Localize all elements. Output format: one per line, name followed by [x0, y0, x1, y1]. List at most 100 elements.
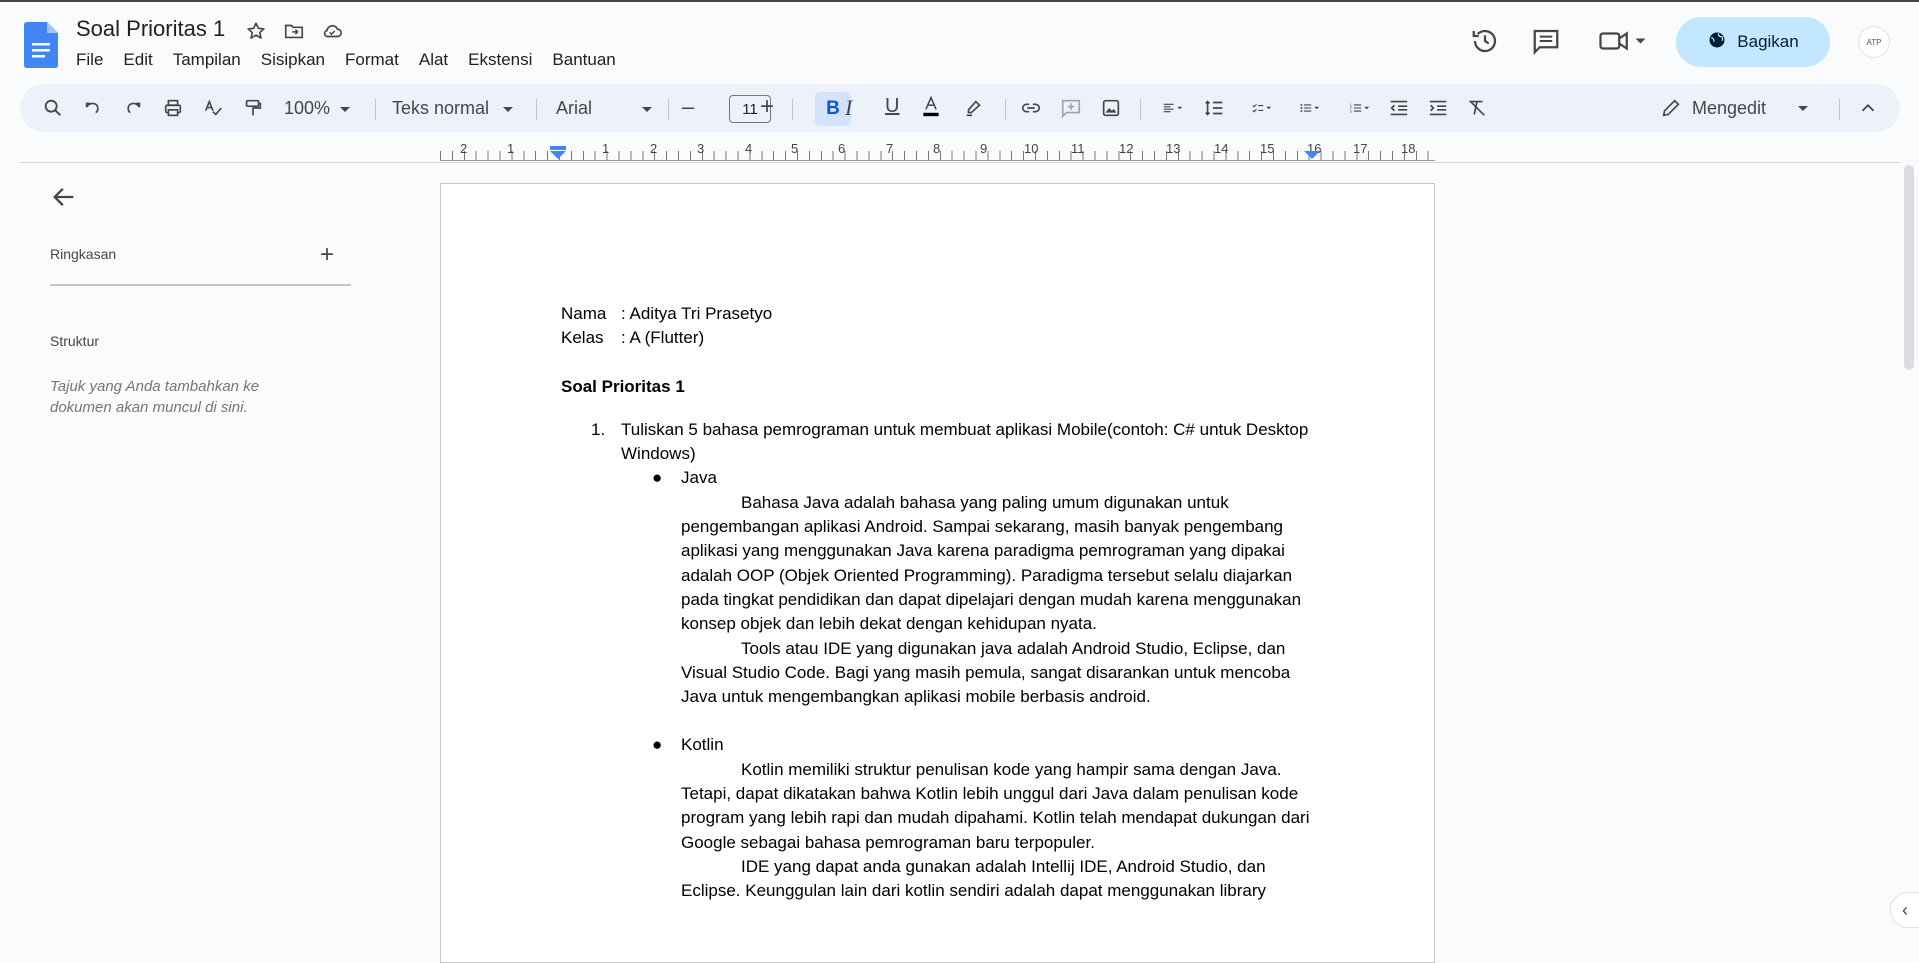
- ruler-label: 8: [933, 141, 941, 156]
- share-button[interactable]: Bagikan: [1676, 17, 1830, 67]
- divider: [792, 98, 793, 120]
- menu-tools[interactable]: Alat: [419, 50, 458, 70]
- list-item-java: ● Java: [561, 466, 1321, 490]
- chevron-left-icon[interactable]: ‹: [1890, 892, 1919, 928]
- chevron-down-icon: [642, 106, 653, 112]
- name-line: Nama: Aditya Tri Prasetyo: [561, 302, 1321, 326]
- ruler-label: 13: [1166, 141, 1181, 156]
- avatar[interactable]: ATP: [1858, 26, 1890, 58]
- line-spacing-icon[interactable]: [1203, 96, 1225, 120]
- document-body[interactable]: Nama: Aditya Tri Prasetyo Kelas: A (Flut…: [561, 302, 1321, 904]
- menu-extensions[interactable]: Ekstensi: [468, 50, 542, 70]
- formatting-toolbar: 100% Teks normal Arial – 11 + B I U 123: [20, 84, 1900, 132]
- menu-file[interactable]: File: [76, 50, 113, 70]
- numbered-list-icon[interactable]: 123: [1340, 96, 1380, 120]
- italic-button[interactable]: I: [845, 95, 852, 121]
- ruler-label: 6: [838, 141, 846, 156]
- move-folder-icon[interactable]: [282, 19, 306, 43]
- ruler-label: 3: [697, 141, 705, 156]
- share-label: Bagikan: [1737, 32, 1799, 51]
- font-value: Arial: [556, 98, 593, 118]
- bullet-icon: ●: [652, 468, 663, 488]
- document-page[interactable]: Nama: Aditya Tri Prasetyo Kelas: A (Flut…: [440, 183, 1435, 963]
- ruler-label: 11: [1071, 141, 1085, 156]
- divider: [50, 284, 351, 286]
- ruler-baseline: [440, 160, 1435, 161]
- add-summary-icon[interactable]: +: [320, 241, 334, 269]
- ruler-label: 9: [980, 141, 988, 156]
- checklist-icon[interactable]: [1242, 96, 1282, 120]
- insert-image-icon[interactable]: [1100, 96, 1122, 120]
- document-outline-panel: Ringkasan + Struktur Tajuk yang Anda tam…: [20, 165, 440, 945]
- ruler-label: 1: [507, 141, 515, 156]
- left-indent-marker-icon[interactable]: [550, 146, 566, 160]
- docs-logo-icon[interactable]: [24, 22, 58, 68]
- java-paragraph-2: Tools atau IDE yang digunakan java adala…: [681, 638, 1291, 707]
- menu-view[interactable]: Tampilan: [173, 50, 251, 70]
- document-heading: Soal Prioritas 1: [561, 376, 685, 396]
- highlight-color-icon[interactable]: [963, 96, 985, 120]
- structure-heading: Struktur: [50, 333, 100, 349]
- divider: [1839, 98, 1840, 120]
- zoom-value: 100%: [284, 98, 331, 118]
- structure-note: Tajuk yang Anda tambahkan ke dokumen aka…: [50, 378, 260, 416]
- kotlin-paragraph-1: Kotlin memiliki struktur penulisan kode …: [681, 759, 1310, 852]
- decrease-font-size-button[interactable]: –: [682, 94, 694, 120]
- undo-icon[interactable]: [82, 96, 104, 120]
- class-line: Kelas: A (Flutter): [561, 326, 1321, 350]
- add-comment-icon[interactable]: [1060, 96, 1082, 120]
- style-select[interactable]: Teks normal: [392, 98, 514, 119]
- ruler-label: 14: [1214, 141, 1229, 156]
- menu-help[interactable]: Bantuan: [552, 50, 625, 70]
- zoom-select[interactable]: 100%: [284, 98, 351, 119]
- menu-format[interactable]: Format: [345, 50, 409, 70]
- meet-icon[interactable]: [1598, 26, 1648, 56]
- ruler-label: 7: [886, 141, 894, 156]
- cloud-saved-icon[interactable]: [320, 19, 344, 43]
- bullet-icon: ●: [652, 735, 663, 755]
- document-title[interactable]: Soal Prioritas 1: [76, 16, 225, 42]
- align-icon[interactable]: [1153, 96, 1193, 120]
- divider: [20, 162, 1900, 163]
- font-select[interactable]: Arial: [556, 98, 653, 119]
- spellcheck-icon[interactable]: [202, 96, 224, 120]
- kotlin-title: Kotlin: [681, 735, 724, 755]
- divider: [668, 98, 669, 120]
- clear-formatting-icon[interactable]: [1466, 96, 1488, 120]
- comments-icon[interactable]: [1531, 26, 1561, 56]
- summary-heading: Ringkasan: [50, 246, 117, 262]
- text-color-icon[interactable]: [920, 94, 942, 118]
- scrollbar[interactable]: [1904, 165, 1914, 370]
- chevron-up-icon[interactable]: [1857, 96, 1879, 120]
- ruler-label: 12: [1119, 141, 1134, 156]
- print-icon[interactable]: [162, 96, 184, 120]
- list-number: 1.: [591, 419, 606, 439]
- paint-format-icon[interactable]: [242, 96, 264, 120]
- search-menus-icon[interactable]: [42, 96, 64, 120]
- chevron-down-icon: [340, 106, 351, 112]
- decrease-indent-icon[interactable]: [1388, 96, 1410, 120]
- editing-mode-select[interactable]: Mengedit: [1660, 96, 1810, 120]
- increase-indent-icon[interactable]: [1427, 96, 1449, 120]
- ruler[interactable]: 2 1 1 2 3 4 5 6 7 8 9 10 11 12 13 14 15 …: [440, 140, 1440, 162]
- bulleted-list-icon[interactable]: [1290, 96, 1330, 120]
- ruler-label: 4: [745, 141, 753, 156]
- menu-insert[interactable]: Sisipkan: [261, 50, 335, 70]
- ruler-label: 10: [1024, 141, 1039, 156]
- ruler-label: 15: [1260, 141, 1275, 156]
- underline-button[interactable]: U: [885, 95, 899, 118]
- divider: [1140, 98, 1141, 120]
- star-icon[interactable]: [244, 19, 268, 43]
- link-icon[interactable]: [1020, 96, 1042, 120]
- menu-edit[interactable]: Edit: [123, 50, 162, 70]
- increase-font-size-button[interactable]: +: [760, 93, 774, 121]
- version-history-icon[interactable]: [1470, 26, 1500, 56]
- java-title: Java: [681, 468, 717, 488]
- right-indent-marker-icon[interactable]: [1304, 146, 1320, 160]
- back-arrow-icon[interactable]: [50, 183, 78, 211]
- divider: [375, 98, 376, 120]
- chevron-down-icon: [1798, 105, 1809, 111]
- redo-icon[interactable]: [122, 96, 144, 120]
